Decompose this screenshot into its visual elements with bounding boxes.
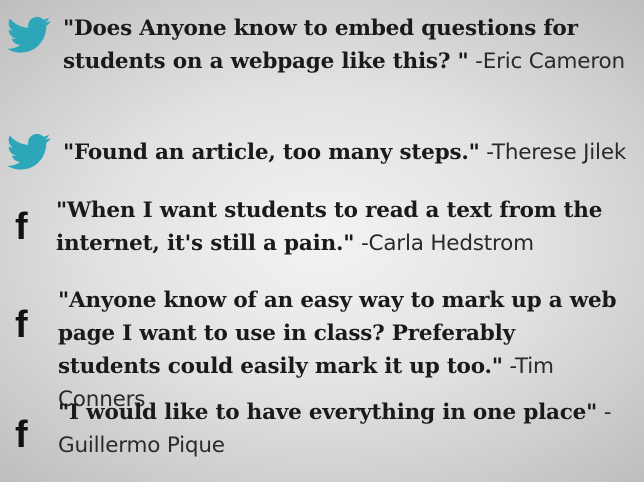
quote-text: "Found an article, too many steps." -The… <box>63 136 633 169</box>
twitter-icon <box>7 16 51 53</box>
quote-author: -Therese Jilek <box>486 140 627 165</box>
quote-body: "I would like to have everything in one … <box>58 400 598 425</box>
quote-author: -Eric Cameron <box>475 49 625 74</box>
quote-author: -Carla Hedstrom <box>360 231 534 256</box>
quote-text: "Does Anyone know to embed questions for… <box>63 12 628 78</box>
facebook-icon: f <box>15 414 28 456</box>
quote-body: "Found an article, too many steps." <box>63 140 480 165</box>
quote-text: "When I want students to read a text fro… <box>56 194 616 260</box>
twitter-icon <box>7 133 51 170</box>
quote-text: "I would like to have everything in one … <box>58 396 618 462</box>
facebook-icon: f <box>15 206 28 248</box>
facebook-icon: f <box>15 304 28 346</box>
